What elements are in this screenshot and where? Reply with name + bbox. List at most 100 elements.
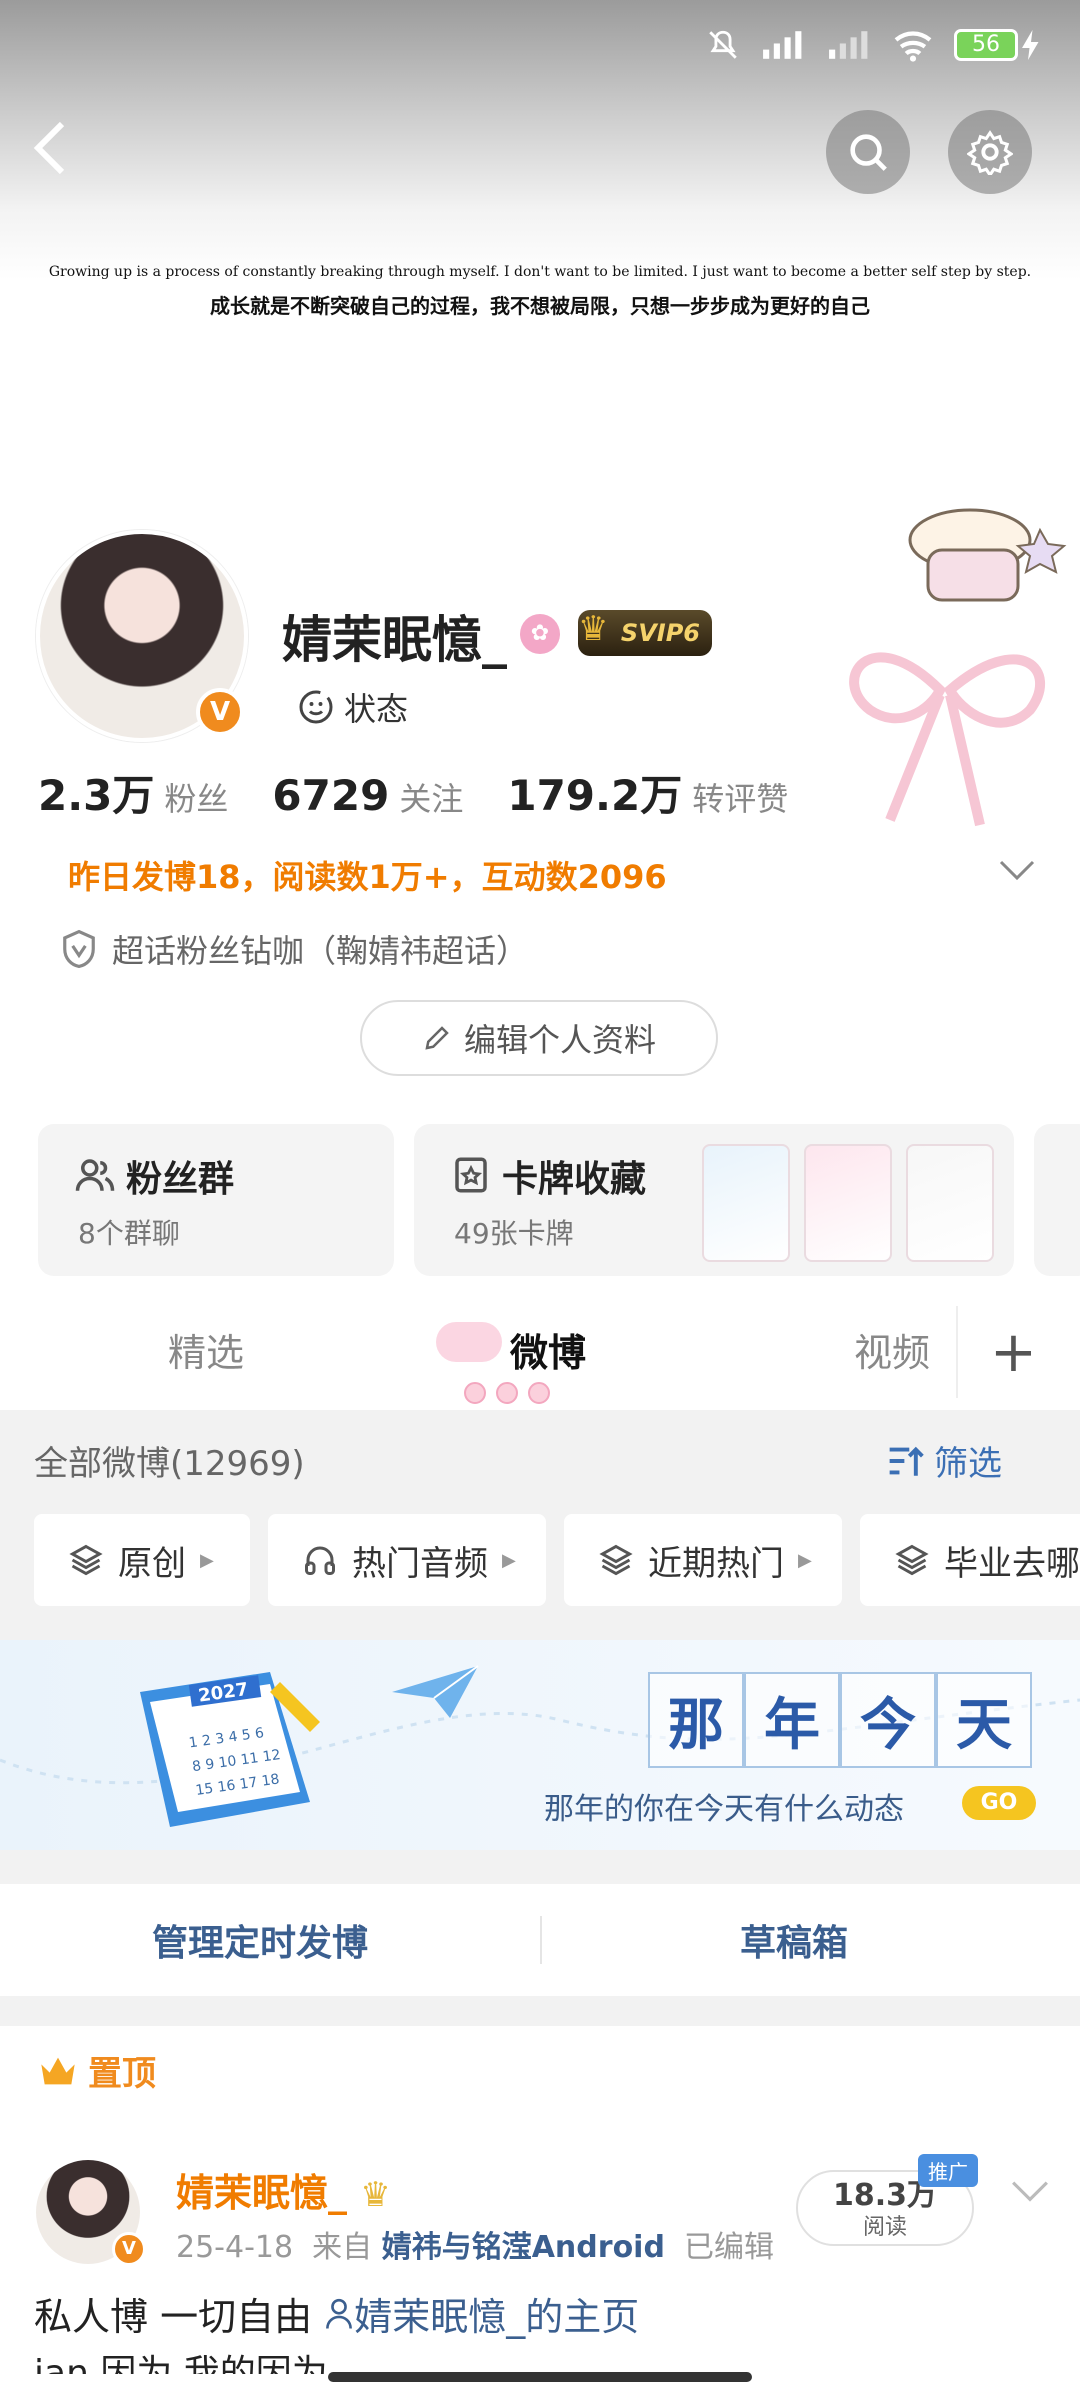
card-collection-card[interactable]: 卡牌收藏 49张卡牌 [414, 1124, 1014, 1276]
that-year-char: 年 [744, 1672, 840, 1768]
tab-featured[interactable]: 精选 [168, 1322, 244, 1377]
divider [540, 1916, 542, 1964]
status-label: 状态 [344, 690, 409, 728]
chevron-down-icon[interactable] [998, 858, 1036, 882]
person-icon [326, 2298, 353, 2329]
chevron-down-icon[interactable] [1010, 2178, 1050, 2204]
post-source[interactable]: 婧祎与铭滢Android [382, 2230, 665, 2265]
signal-weak-icon [829, 31, 868, 59]
stat-interactions[interactable]: 179.2万 转评赞 [507, 762, 788, 823]
section-gap [0, 1850, 1080, 1884]
edit-profile-label: 编辑个人资料 [463, 1021, 656, 1059]
promote-badge[interactable]: 推广 [918, 2154, 978, 2187]
stat-value: 179.2万 [507, 771, 683, 820]
crown-icon [41, 2057, 75, 2084]
that-year-char: 今 [840, 1672, 936, 1768]
post-text-prefix: 私人博 一切自由 [34, 2295, 313, 2339]
stat-followers[interactable]: 2.3万 粉丝 [38, 762, 228, 823]
chip-graduation[interactable]: 毕业去哪 [860, 1514, 1080, 1606]
tab-video[interactable]: 视频 [854, 1322, 930, 1377]
that-year-char: 那 [648, 1672, 744, 1768]
chip-original[interactable]: 原创 ▶ [34, 1514, 250, 1606]
paper-plane-icon [392, 1665, 479, 1718]
chip-hot-audio[interactable]: 热门音频 ▶ [268, 1514, 546, 1606]
chip-label: 热门音频 [352, 1543, 488, 1584]
layers-icon [69, 1544, 103, 1576]
stat-label: 粉丝 [164, 780, 229, 818]
go-button[interactable]: GO [962, 1786, 1036, 1820]
tab-weibo[interactable]: 微博 [510, 1322, 586, 1377]
profile-stats: 2.3万 粉丝 6729 关注 179.2万 转评赞 [38, 762, 832, 823]
edit-profile-button[interactable]: 编辑个人资料 [360, 1000, 718, 1076]
back-button[interactable] [30, 118, 90, 188]
motto-english: Growing up is a process of constantly br… [48, 264, 1032, 280]
post-text: 私人博 一切自由 婧茉眠憶_的主页 [34, 2286, 639, 2341]
status-button[interactable]: 状态 [298, 684, 408, 730]
fan-badge-icon[interactable]: ✿ [520, 614, 560, 654]
that-year-char: 天 [936, 1672, 1032, 1768]
post-author-name: 婧茉眠憶_ [176, 2171, 348, 2215]
status-face-icon [299, 690, 333, 724]
chip-label: 近期热门 [648, 1543, 784, 1584]
yesterday-summary[interactable]: 昨日发博18，阅读数1万+，互动数2096 [68, 852, 667, 898]
charging-icon [1022, 30, 1039, 60]
layers-icon [599, 1544, 633, 1576]
scheduled-posts-button[interactable]: 管理定时发博 [152, 1914, 368, 1966]
koala-icon [436, 1322, 502, 1362]
that-year-today-banner[interactable]: 2027 1 2 3 4 5 6 8 9 10 11 12 15 16 17 1… [0, 1640, 1080, 1850]
more-card[interactable] [1034, 1124, 1080, 1276]
shield-icon [63, 929, 95, 969]
search-icon [850, 134, 887, 171]
pinned-label-row: 置顶 [38, 2046, 156, 2095]
post-meta: 25-4-18 来自 婧祎与铭滢Android 已编辑 [176, 2222, 774, 2266]
post-author[interactable]: 婧茉眠憶_ ♛ [176, 2162, 391, 2217]
card-thumbnail [702, 1144, 790, 1262]
edited-label[interactable]: 已编辑 [684, 2230, 774, 2265]
filter-label: 筛选 [934, 1444, 1002, 1484]
stat-value: 6729 [272, 771, 390, 820]
battery-level: 56 [954, 29, 1018, 61]
card-thumbnail [906, 1144, 994, 1262]
caret-right-icon: ▶ [502, 1549, 516, 1571]
chip-label: 毕业去哪 [944, 1543, 1080, 1584]
group-icon [75, 1159, 115, 1191]
all-weibo-count: 全部微博(12969) [34, 1444, 305, 1484]
that-year-subtitle: 那年的你在今天有什么动态 [544, 1792, 904, 1827]
card-collection-sub: 49张卡牌 [454, 1217, 574, 1250]
headphones-icon [305, 1546, 335, 1575]
post-date: 25-4-18 [176, 2230, 294, 2265]
post-text-line2: ian 因为 我的因为 [34, 2353, 328, 2374]
card-thumbnail [804, 1144, 892, 1262]
fans-group-card[interactable]: 粉丝群 8个群聊 [38, 1124, 394, 1276]
add-tab-button[interactable]: + [990, 1320, 1037, 1385]
crown-icon: ♛ [578, 609, 609, 649]
supertopic-row[interactable]: 超话粉丝钻咖（鞠婧祎超话） [60, 926, 528, 972]
ribbon-sticker-icon [849, 652, 1045, 827]
svip-badge[interactable]: ♛ SVIP6 [578, 609, 712, 656]
verified-badge: V [112, 2232, 146, 2266]
back-arrow-icon [33, 121, 65, 175]
svip-label: SVIP6 [620, 619, 700, 647]
tab-active-indicator [464, 1382, 550, 1404]
layers-icon [895, 1544, 929, 1576]
card-collection-title: 卡牌收藏 [502, 1159, 647, 1200]
homepage-link[interactable]: 婧茉眠憶_的主页 [324, 2295, 639, 2339]
stat-label: 转评赞 [692, 780, 789, 818]
chip-recent-hot[interactable]: 近期热门 ▶ [564, 1514, 842, 1606]
battery-indicator: 56 [954, 29, 1040, 61]
status-bar: 56 [0, 0, 1080, 100]
content-tabs: 精选 微博 视频 + [0, 1296, 1080, 1408]
supertopic-label: 超话粉丝钻咖（鞠婧祎超话） [112, 932, 529, 970]
home-indicator[interactable] [328, 2372, 752, 2382]
drafts-button[interactable]: 草稿箱 [740, 1914, 848, 1966]
filter-button[interactable]: 筛选 [886, 1436, 1002, 1485]
settings-button[interactable] [948, 110, 1032, 194]
chip-label: 原创 [118, 1543, 186, 1584]
search-button[interactable] [826, 110, 910, 194]
from-label: 来自 [312, 2230, 373, 2265]
reads-label: 阅读 [862, 2215, 907, 2240]
crown-badge-icon: ♛ [360, 2175, 391, 2215]
stat-following[interactable]: 6729 关注 [272, 771, 463, 820]
pinned-label: 置顶 [88, 2054, 156, 2094]
that-year-title: 那 年 今 天 [648, 1672, 1032, 1768]
